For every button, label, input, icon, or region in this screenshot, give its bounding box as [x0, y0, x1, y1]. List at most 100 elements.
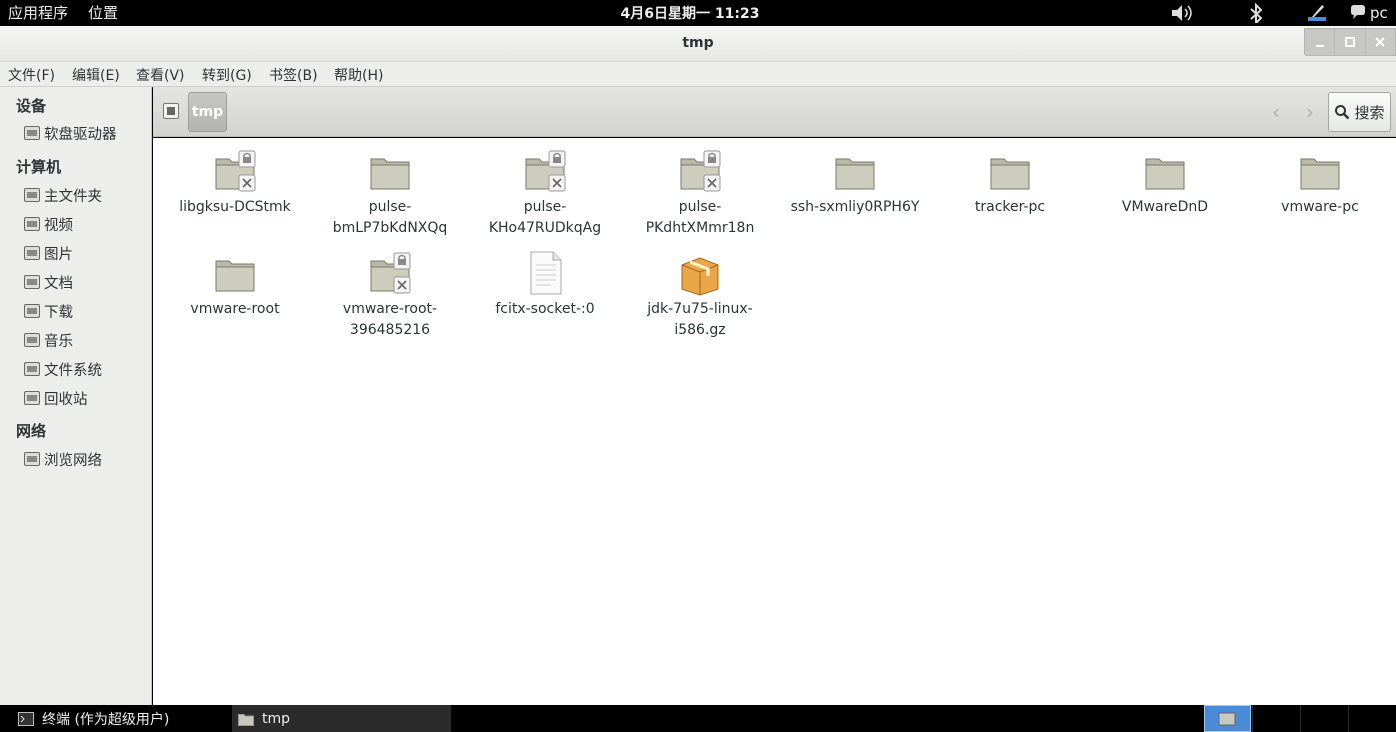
sidebar-item-home[interactable]: 主文件夹 — [24, 184, 102, 206]
clock[interactable]: 4月6日星期一 11:23 — [560, 0, 820, 26]
sidebar-item-label: 软盘驱动器 — [44, 126, 117, 143]
file-item[interactable]: fcitx-socket-:0 — [470, 249, 620, 320]
downloads-folder-icon — [24, 304, 40, 318]
search-label: 搜索 — [1354, 103, 1385, 122]
toolbar: tmp ‹ › 搜索 — [153, 87, 1396, 137]
file-item[interactable]: vmware-root — [160, 249, 310, 320]
applications-menu[interactable]: 应用程序 — [8, 0, 68, 26]
file-icon — [521, 249, 569, 297]
close-button[interactable] — [1366, 29, 1395, 55]
menubar: 文件(F) 编辑(E) 查看(V) 转到(G) 书签(B) 帮助(H) — [0, 62, 1396, 87]
menu-go[interactable]: 转到(G) — [202, 65, 252, 85]
file-item[interactable]: pulse- KHo47RUDkqAg — [470, 147, 620, 239]
sidebar-item-label: 图片 — [44, 246, 73, 263]
terminal-icon — [18, 711, 34, 726]
minimize-button[interactable] — [1305, 29, 1336, 55]
close-icon — [1375, 37, 1386, 47]
filesystem-icon — [24, 362, 40, 376]
chat-icon[interactable] — [1350, 3, 1366, 23]
taskbar-tmp[interactable]: tmp — [232, 705, 451, 732]
sidebar-item-browse-network[interactable]: 浏览网络 — [24, 448, 102, 470]
sidebar-item-pictures[interactable]: 图片 — [24, 242, 73, 264]
menu-help[interactable]: 帮助(H) — [334, 65, 383, 85]
taskbar-terminal[interactable]: 终端 (作为超级用户) — [0, 705, 228, 732]
maximize-icon — [1344, 37, 1355, 47]
volume-icon[interactable] — [1170, 3, 1196, 23]
file-name: libgksu-DCStmk — [179, 199, 291, 215]
folder-icon — [831, 147, 879, 195]
menu-bookmarks[interactable]: 书签(B) — [269, 65, 318, 85]
file-item[interactable]: pulse-bmLP7bKdNXQq — [315, 147, 465, 239]
network-icon — [24, 452, 40, 466]
file-item[interactable]: vmware-root- 396485216 — [315, 249, 465, 341]
back-arrow-icon[interactable]: ‹ — [1264, 100, 1288, 124]
file-name: fcitx-socket-:0 — [495, 301, 595, 317]
file-item[interactable]: pulse- PKdhtXMmr18n — [625, 147, 775, 239]
folder-icon — [211, 249, 259, 297]
sidebar-item-label: 音乐 — [44, 333, 73, 350]
file-name: vmware-root- 396485216 — [342, 301, 438, 338]
pictures-folder-icon — [24, 246, 40, 260]
sidebar-item-label: 文档 — [44, 275, 73, 292]
minimize-icon — [1315, 45, 1324, 47]
sidebar-item-filesystem[interactable]: 文件系统 — [24, 358, 102, 380]
file-name: pulse- PKdhtXMmr18n — [645, 199, 755, 236]
window-title: tmp — [682, 35, 714, 51]
file-item[interactable]: tracker-pc — [935, 147, 1085, 218]
maximize-button[interactable] — [1335, 29, 1366, 55]
locked-folder-icon — [366, 249, 414, 297]
sidebar-item-label: 回收站 — [44, 391, 88, 408]
file-name: VMwareDnD — [1121, 199, 1209, 215]
user-menu[interactable]: pc — [1370, 0, 1388, 26]
file-item[interactable]: jdk-7u75-linux-i586.gz — [625, 249, 775, 341]
task-label: 终端 (作为超级用户) — [42, 711, 170, 728]
sidebar-item-floppy[interactable]: 软盘驱动器 — [24, 122, 117, 144]
archive-icon — [676, 249, 724, 297]
sidebar-item-downloads[interactable]: 下载 — [24, 300, 73, 322]
forward-arrow-icon[interactable]: › — [1298, 100, 1322, 124]
file-view[interactable]: libgksu-DCStmk pulse-bmLP7bKdNXQq pulse- KH… — [153, 138, 1396, 705]
sidebar-item-videos[interactable]: 视频 — [24, 213, 73, 235]
sidebar-item-label: 文件系统 — [44, 362, 102, 379]
top-panel: 应用程序 位置 4月6日星期一 11:23 pc — [0, 0, 1396, 26]
sidebar-item-music[interactable]: 音乐 — [24, 329, 73, 351]
floppy-drive-icon — [24, 126, 40, 140]
sidebar-item-label: 浏览网络 — [44, 452, 102, 469]
folder-icon — [366, 147, 414, 195]
trash-icon — [24, 391, 40, 405]
home-folder-icon — [24, 188, 40, 202]
file-item[interactable]: vmware-pc — [1245, 147, 1395, 218]
workspace-4[interactable] — [1348, 705, 1395, 732]
search-button[interactable]: 搜索 — [1328, 92, 1391, 132]
places-menu[interactable]: 位置 — [88, 0, 118, 26]
file-item[interactable]: libgksu-DCStmk — [160, 147, 310, 218]
videos-folder-icon — [24, 217, 40, 231]
sidebar-item-trash[interactable]: 回收站 — [24, 387, 88, 409]
input-method-icon[interactable] — [1306, 3, 1328, 23]
location-toggle-icon[interactable] — [163, 103, 179, 119]
path-bar-button[interactable]: tmp — [188, 92, 227, 132]
sidebar-heading-devices: 设备 — [16, 97, 47, 115]
file-name: pulse-bmLP7bKdNXQq — [332, 199, 448, 236]
sidebar-item-documents[interactable]: 文档 — [24, 271, 73, 293]
window-titlebar[interactable]: tmp — [0, 26, 1396, 62]
file-item[interactable]: ssh-sxmliy0RPH6Y — [780, 147, 930, 218]
file-name: jdk-7u75-linux-i586.gz — [647, 301, 753, 338]
locked-folder-icon — [211, 147, 259, 195]
folder-icon — [986, 147, 1034, 195]
menu-edit[interactable]: 编辑(E) — [72, 65, 120, 85]
workspace-2[interactable] — [1252, 705, 1299, 732]
file-name: tracker-pc — [974, 199, 1046, 215]
workspace-3[interactable] — [1300, 705, 1347, 732]
workspace-1[interactable] — [1204, 705, 1251, 732]
menu-view[interactable]: 查看(V) — [136, 65, 185, 85]
bluetooth-icon[interactable] — [1246, 3, 1266, 23]
sidebar: 设备 软盘驱动器 计算机 主文件夹 视频 图片 文档 下载 音乐 文件系统 回收… — [0, 87, 152, 705]
folder-icon — [1141, 147, 1189, 195]
file-item[interactable]: VMwareDnD — [1090, 147, 1240, 218]
music-folder-icon — [24, 333, 40, 347]
file-name: pulse- KHo47RUDkqAg — [488, 199, 602, 236]
menu-file[interactable]: 文件(F) — [8, 65, 55, 85]
task-label: tmp — [262, 710, 291, 727]
locked-folder-icon — [676, 147, 724, 195]
